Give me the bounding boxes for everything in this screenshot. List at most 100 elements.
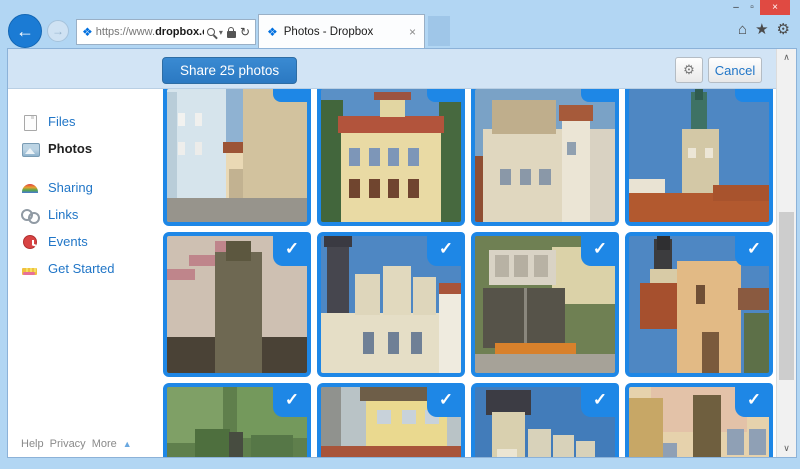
- scrollbar-thumb[interactable]: [779, 212, 794, 380]
- photo-tile-yellow-school-building[interactable]: [317, 89, 465, 226]
- share-photos-button[interactable]: Share 25 photos: [162, 57, 297, 84]
- sidebar-list: Files Photos Sharing Links Events: [8, 90, 162, 282]
- selected-check-badge[interactable]: ✓: [273, 383, 311, 417]
- back-arrow-icon: ←: [16, 21, 34, 42]
- selected-check-badge[interactable]: ✓: [581, 383, 619, 417]
- photo-tile-knight-statue[interactable]: ✓: [163, 232, 311, 377]
- new-tab-button[interactable]: [428, 16, 450, 46]
- sidebar-item-label: Links: [48, 207, 78, 222]
- sidebar-item-photos[interactable]: Photos: [8, 135, 162, 162]
- sidebar: Files Photos Sharing Links Events: [8, 90, 162, 457]
- photo-tile-chapel-onion-dome[interactable]: ✓: [625, 232, 773, 377]
- clock-events-icon: [23, 235, 37, 249]
- selected-check-badge[interactable]: ✓: [427, 383, 465, 417]
- selected-check-badge[interactable]: ✓: [735, 383, 773, 417]
- search-icon[interactable]: [207, 28, 215, 36]
- more-link[interactable]: More: [92, 438, 117, 450]
- check-icon: ✓: [285, 390, 299, 410]
- selected-check-badge[interactable]: [581, 89, 619, 102]
- rainbow-icon: [22, 184, 38, 193]
- photo-row: ✓ ✓ ✓ ✓: [163, 232, 773, 377]
- dropbox-page: Share 25 photos ⚙ Cancel Files Photos Sh…: [7, 48, 797, 458]
- selected-check-badge[interactable]: [427, 89, 465, 102]
- check-icon: ✓: [439, 390, 453, 410]
- tab-title: Photos - Dropbox: [284, 26, 374, 38]
- browser-toolbar-icons: ⌂ ★ ⚙: [738, 22, 790, 37]
- photo-tile-bronze-statue-square[interactable]: ✓: [625, 383, 773, 457]
- photo-grid: ✓ ✓ ✓ ✓ ✓ ✓ ✓ ✓: [162, 89, 776, 457]
- home-icon[interactable]: ⌂: [738, 22, 747, 37]
- check-icon: ✓: [747, 390, 761, 410]
- privacy-link[interactable]: Privacy: [50, 438, 86, 450]
- address-bar-icons: ▾ ↻: [207, 26, 250, 38]
- sidebar-footer: Help Privacy More ▲: [21, 438, 132, 450]
- browser-window: – ▫ × ← → ❖ https://www.dropbox.com/p ▾ …: [0, 0, 800, 469]
- dropbox-favicon: ❖: [82, 26, 93, 38]
- gear-icon: ⚙: [683, 62, 695, 78]
- sidebar-item-label: Sharing: [48, 180, 93, 195]
- sidebar-item-get-started[interactable]: Get Started: [8, 255, 162, 282]
- cancel-button[interactable]: Cancel: [708, 57, 762, 83]
- selected-check-badge[interactable]: ✓: [735, 232, 773, 266]
- photo-image: [475, 89, 615, 222]
- check-icon: ✓: [285, 239, 299, 259]
- cake-icon: [22, 268, 37, 275]
- photo-tile-park-statue[interactable]: ✓: [163, 383, 311, 457]
- tools-gear-icon[interactable]: ⚙: [777, 22, 790, 37]
- selected-check-badge[interactable]: [735, 89, 773, 102]
- sidebar-item-events[interactable]: Events: [8, 228, 162, 255]
- tab-favicon: ❖: [267, 26, 278, 38]
- photo-tile-stepped-gables-building[interactable]: ✓: [317, 232, 465, 377]
- help-link[interactable]: Help: [21, 438, 44, 450]
- photo-tile-church-green-spire[interactable]: [625, 89, 773, 226]
- address-bar[interactable]: ❖ https://www.dropbox.com/p ▾ ↻: [76, 19, 256, 45]
- check-icon: ✓: [439, 239, 453, 259]
- collapse-arrow-icon[interactable]: ▲: [123, 439, 132, 449]
- photo-row: ✓ ✓ ✓ ✓: [163, 383, 773, 457]
- forward-button[interactable]: →: [47, 20, 69, 42]
- scroll-down-arrow[interactable]: ∨: [777, 440, 796, 457]
- url-text[interactable]: https://www.dropbox.com/p: [96, 26, 204, 38]
- photo-tile-railway-station[interactable]: ✓: [317, 383, 465, 457]
- photo-tile-clock-tower-gables[interactable]: ✓: [471, 383, 619, 457]
- sidebar-item-sharing[interactable]: Sharing: [8, 174, 162, 201]
- selected-check-badge[interactable]: ✓: [427, 232, 465, 266]
- lock-icon: [227, 31, 236, 38]
- back-button[interactable]: ←: [8, 14, 42, 48]
- settings-gear-button[interactable]: ⚙: [675, 57, 703, 83]
- selected-check-badge[interactable]: ✓: [273, 232, 311, 266]
- selected-check-badge[interactable]: [273, 89, 311, 102]
- photo-image: [167, 89, 307, 222]
- chevron-down-icon[interactable]: ▾: [219, 28, 223, 37]
- photo-tile-street-pastel-houses[interactable]: [163, 89, 311, 226]
- photo-image: [629, 89, 769, 222]
- check-icon: ✓: [593, 390, 607, 410]
- close-window-button[interactable]: ×: [760, 0, 790, 15]
- vertical-scrollbar[interactable]: ∧ ∨: [776, 49, 796, 457]
- photo-image: [321, 89, 461, 222]
- sidebar-item-links[interactable]: Links: [8, 201, 162, 228]
- favorites-star-icon[interactable]: ★: [755, 22, 768, 37]
- photo-tile-diamond-gable-house[interactable]: [471, 89, 619, 226]
- photo-tile-war-memorial[interactable]: ✓: [471, 232, 619, 377]
- photo-row: [163, 89, 773, 226]
- scroll-up-arrow[interactable]: ∧: [777, 49, 796, 66]
- maximize-button[interactable]: ▫: [744, 0, 760, 15]
- check-icon: ✓: [593, 239, 607, 259]
- sidebar-item-label: Get Started: [48, 261, 114, 276]
- chain-links-icon: [21, 207, 39, 223]
- photos-icon: [21, 141, 39, 157]
- window-caption-buttons: – ▫ ×: [728, 0, 790, 15]
- forward-arrow-icon: →: [52, 24, 64, 38]
- sidebar-item-label: Files: [48, 114, 75, 129]
- sidebar-item-files[interactable]: Files: [8, 108, 162, 135]
- tab-close-icon[interactable]: ×: [409, 25, 416, 39]
- share-header-bar: Share 25 photos ⚙ Cancel: [8, 49, 796, 89]
- check-icon: ✓: [747, 239, 761, 259]
- refresh-icon[interactable]: ↻: [240, 26, 250, 38]
- sidebar-item-label: Photos: [48, 141, 92, 156]
- minimize-button[interactable]: –: [728, 0, 744, 15]
- browser-tab[interactable]: ❖ Photos - Dropbox ×: [258, 14, 425, 49]
- selected-check-badge[interactable]: ✓: [581, 232, 619, 266]
- sidebar-item-label: Events: [48, 234, 88, 249]
